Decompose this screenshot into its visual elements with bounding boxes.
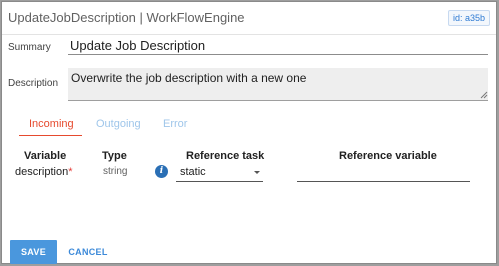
tab-error[interactable]: Error [163,118,187,130]
summary-label: Summary [8,42,51,53]
resize-grip-icon[interactable] [480,91,488,99]
variable-name: description* [15,166,72,178]
cancel-button[interactable]: CANCEL [64,240,112,264]
tab-outgoing[interactable]: Outgoing [96,118,141,130]
summary-input[interactable] [68,36,488,55]
tab-incoming[interactable]: Incoming [29,118,74,130]
description-textarea[interactable]: Overwrite the job description with a new… [68,68,488,101]
column-header-reference-variable: Reference variable [339,150,437,162]
description-label: Description [8,78,59,89]
reference-task-value: static [180,166,206,178]
id-badge: id: a35b [447,10,490,26]
column-header-reference-task: Reference task [186,150,265,162]
dialog-titlebar: UpdateJobDescription | WorkFlowEngine id… [2,2,496,35]
column-header-variable: Variable [24,150,67,162]
task-dialog: UpdateJobDescription | WorkFlowEngine id… [1,1,497,264]
required-mark: * [68,166,73,178]
variable-name-text: description [15,166,69,178]
dialog-title: UpdateJobDescription | WorkFlowEngine [8,10,245,25]
chevron-down-icon [254,171,260,174]
column-header-type: Type [102,150,127,162]
variable-type: string [103,166,128,177]
info-icon[interactable]: i [155,165,168,178]
reference-task-select[interactable]: static [176,164,263,182]
reference-variable-input[interactable] [297,164,470,182]
active-tab-indicator [19,135,82,136]
save-button[interactable]: SAVE [10,240,57,264]
